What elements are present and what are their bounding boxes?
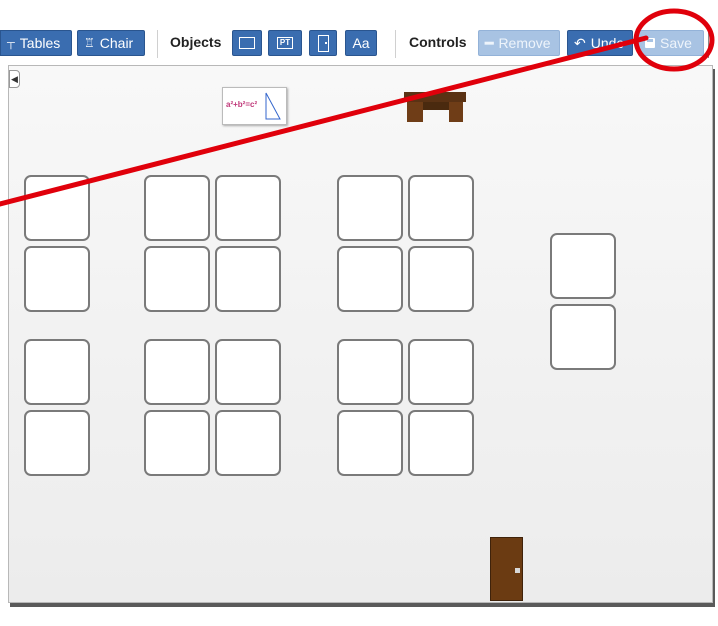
student-desk[interactable] [408,175,474,241]
student-desk[interactable] [337,339,403,405]
whiteboard-text: a²+b²=c² [226,100,258,109]
whiteboard-object[interactable]: a²+b²=c² [222,87,287,125]
chair-label: Chair [99,35,134,51]
add-text-button[interactable]: Aa [345,30,377,56]
student-desk[interactable] [144,175,210,241]
tables-label: Tables [19,35,61,51]
student-desk[interactable] [337,246,403,312]
toolbar-divider [395,30,396,58]
student-desk[interactable] [215,175,281,241]
remove-label: Remove [498,35,551,51]
student-desk[interactable] [144,410,210,476]
chair-button[interactable]: ♖ Chair [77,30,145,56]
undo-button[interactable]: ↶ Undo [567,30,633,56]
text-label: Aa [352,35,370,51]
save-label: Save [660,35,692,51]
student-desk[interactable] [24,175,90,241]
toolbar-divider [157,30,158,58]
door-object[interactable] [490,537,523,601]
pt-icon: PT [276,37,294,49]
save-icon [645,38,655,48]
objects-heading: Objects [170,34,222,50]
add-board-button[interactable] [232,30,262,56]
student-desk[interactable] [215,410,281,476]
toolbar-overflow [708,30,718,58]
save-button[interactable]: Save [638,30,704,56]
student-desk[interactable] [215,339,281,405]
whiteboard-icon [239,37,255,49]
student-desk[interactable] [24,410,90,476]
chair-icon: ♖ [84,36,95,50]
student-desk[interactable] [337,410,403,476]
student-desk[interactable] [144,339,210,405]
remove-button[interactable]: ━ Remove [478,30,560,56]
student-desk[interactable] [24,246,90,312]
toolbar: ┬ Tables ♖ Chair Objects PT Aa Controls … [0,30,718,58]
add-door-button[interactable] [309,30,337,56]
student-desk[interactable] [408,246,474,312]
door-icon [317,34,329,52]
student-desk[interactable] [408,339,474,405]
tables-button[interactable]: ┬ Tables [0,30,72,56]
door-knob [515,568,520,573]
collapse-panel-tab[interactable]: ◀ [9,70,20,88]
classroom-canvas[interactable]: ◀ a²+b²=c² [8,65,713,603]
undo-label: Undo [590,35,625,51]
student-desk[interactable] [408,410,474,476]
student-desk[interactable] [550,233,616,299]
table-icon: ┬ [7,37,15,49]
add-pt-button[interactable]: PT [268,30,302,56]
student-desk[interactable] [337,175,403,241]
student-desk[interactable] [24,339,90,405]
controls-heading: Controls [409,34,467,50]
student-desk[interactable] [550,304,616,370]
teacher-desk-object[interactable] [404,90,466,124]
student-desk[interactable] [215,246,281,312]
minus-icon: ━ [485,35,494,51]
triangle-icon [265,92,281,120]
student-desk[interactable] [144,246,210,312]
undo-icon: ↶ [574,35,586,51]
